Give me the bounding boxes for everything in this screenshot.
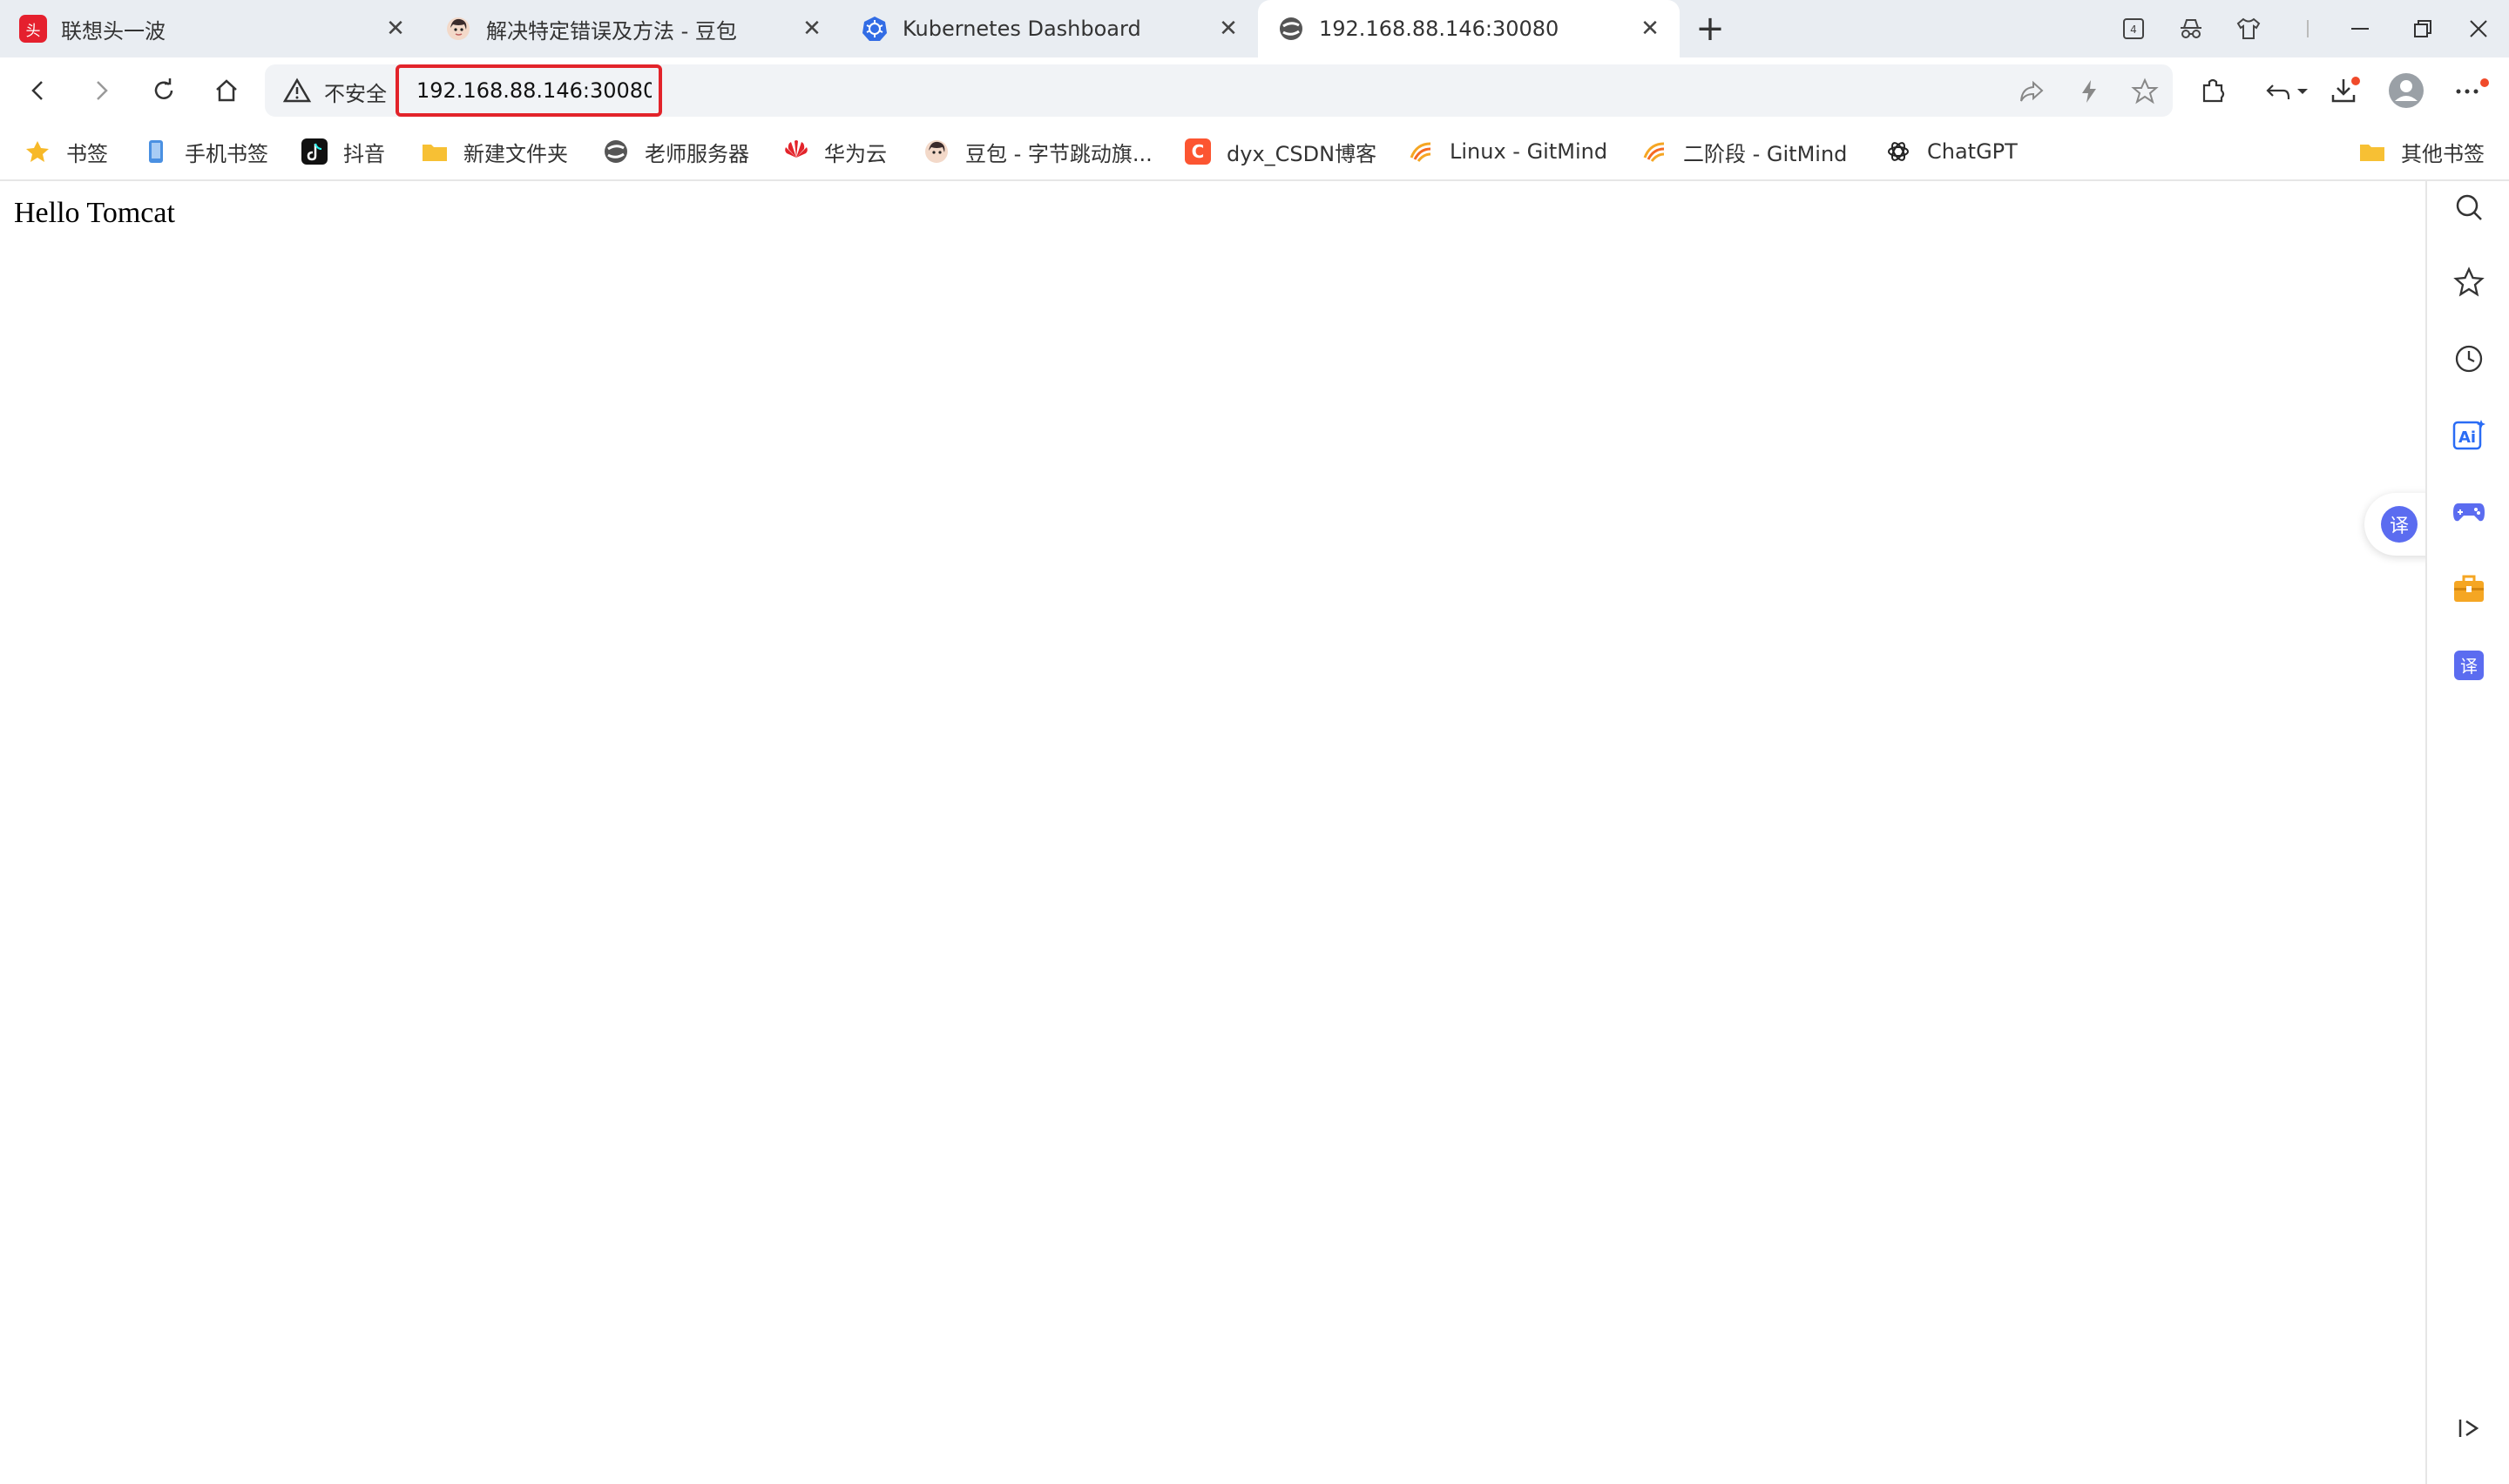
extensions-icon[interactable] bbox=[2190, 68, 2235, 113]
history-icon[interactable] bbox=[2448, 338, 2490, 380]
bookmark-label: 华为云 bbox=[824, 141, 887, 166]
kubernetes-icon bbox=[861, 15, 889, 43]
reload-icon[interactable] bbox=[141, 68, 186, 113]
new-tab-button[interactable]: + bbox=[1690, 9, 1730, 49]
bookmarks-bar: 书签 手机书签 抖音 新建文件夹 老师服务器 华为云 豆包 - 字节跳动旗...… bbox=[0, 124, 2509, 181]
floating-translate-button[interactable]: 译 bbox=[2364, 493, 2434, 556]
bookmark-star-icon[interactable] bbox=[2129, 76, 2161, 107]
tab-title: 解决特定错误及方法 - 豆包 bbox=[486, 18, 737, 44]
huawei-icon bbox=[782, 138, 808, 165]
chatgpt-icon bbox=[1885, 138, 1911, 165]
bookmark-item[interactable]: C dyx_CSDN博客 bbox=[1185, 136, 1376, 167]
doubao-icon bbox=[444, 15, 472, 43]
home-icon[interactable] bbox=[204, 68, 249, 113]
bookmark-label: 书签 bbox=[66, 141, 108, 166]
bookmark-item[interactable]: 老师服务器 bbox=[603, 136, 749, 167]
shirt-skin-icon[interactable] bbox=[2230, 10, 2267, 47]
more-menu-icon[interactable] bbox=[2448, 68, 2493, 113]
share-icon[interactable] bbox=[2016, 76, 2047, 107]
bookmark-label: 二阶段 - GitMind bbox=[1683, 141, 1848, 166]
toolbox-icon[interactable] bbox=[2448, 568, 2490, 610]
close-tab-icon[interactable]: ✕ bbox=[1636, 15, 1664, 43]
favorites-icon[interactable] bbox=[2448, 261, 2490, 303]
doubao-icon bbox=[923, 138, 950, 165]
security-label[interactable]: 不安全 bbox=[324, 77, 387, 107]
translate-icon[interactable]: 译 bbox=[2448, 644, 2490, 686]
close-tab-icon[interactable]: ✕ bbox=[1214, 15, 1242, 43]
page-content: Hello Tomcat bbox=[0, 181, 2425, 1484]
incognito-icon[interactable] bbox=[2173, 10, 2209, 47]
back-icon[interactable] bbox=[16, 68, 61, 113]
download-icon[interactable] bbox=[2323, 68, 2368, 113]
tab-count-icon[interactable]: 4 bbox=[2115, 10, 2152, 47]
tab-lenovo[interactable]: 头 联想头一波 ✕ bbox=[0, 0, 425, 57]
game-controller-icon[interactable] bbox=[2448, 491, 2490, 533]
bookmark-label: 老师服务器 bbox=[645, 141, 749, 166]
douyin-icon bbox=[301, 138, 328, 165]
folder-icon bbox=[422, 138, 448, 165]
lenovo-icon: 头 bbox=[19, 15, 47, 43]
profile-avatar-icon[interactable] bbox=[2384, 68, 2429, 113]
globe-icon bbox=[603, 138, 629, 165]
bookmark-item[interactable]: ChatGPT bbox=[1885, 136, 2018, 167]
warning-icon[interactable] bbox=[282, 76, 312, 105]
separator-icon bbox=[2289, 10, 2326, 47]
undo-close-icon[interactable] bbox=[2256, 68, 2317, 113]
bookmark-item[interactable]: 新建文件夹 bbox=[422, 136, 568, 167]
star-icon bbox=[24, 138, 51, 165]
bookmark-label: dyx_CSDN博客 bbox=[1227, 141, 1377, 166]
bookmark-item[interactable]: 豆包 - 字节跳动旗... bbox=[923, 136, 1153, 167]
globe-icon bbox=[1277, 15, 1305, 43]
tab-active[interactable]: 192.168.88.146:30080 ✕ bbox=[1258, 0, 1680, 57]
tab-title: 192.168.88.146:30080 bbox=[1319, 17, 1559, 41]
csdn-icon: C bbox=[1185, 138, 1211, 165]
close-tab-icon[interactable]: ✕ bbox=[382, 15, 409, 43]
close-tab-icon[interactable]: ✕ bbox=[798, 15, 826, 43]
side-panel: Ai 译 bbox=[2425, 181, 2509, 1484]
gitmind-icon bbox=[1408, 138, 1434, 165]
tab-kubernetes[interactable]: Kubernetes Dashboard ✕ bbox=[842, 0, 1258, 57]
collapse-panel-icon[interactable] bbox=[2448, 1407, 2490, 1449]
bookmark-item[interactable]: 抖音 bbox=[301, 136, 385, 167]
bookmark-label: ChatGPT bbox=[1927, 139, 2018, 164]
page-heading: Hello Tomcat bbox=[14, 197, 175, 229]
search-icon[interactable] bbox=[2448, 186, 2490, 228]
ai-assistant-icon[interactable]: Ai bbox=[2448, 415, 2490, 456]
tab-doubao[interactable]: 解决特定错误及方法 - 豆包 ✕ bbox=[425, 0, 842, 57]
bookmark-label: 其他书签 bbox=[2401, 141, 2485, 166]
url-input[interactable] bbox=[416, 78, 652, 103]
bookmark-item[interactable]: 华为云 bbox=[782, 136, 887, 167]
lightning-icon[interactable] bbox=[2073, 76, 2105, 107]
bookmark-label: 抖音 bbox=[343, 141, 385, 166]
folder-icon bbox=[2359, 138, 2385, 165]
tab-title: 联想头一波 bbox=[61, 18, 166, 44]
tab-strip: 头 联想头一波 ✕ 解决特定错误及方法 - 豆包 ✕ Kubernetes Da… bbox=[0, 0, 2509, 57]
minimize-icon[interactable] bbox=[2342, 10, 2378, 47]
navigation-toolbar: 不安全 bbox=[0, 57, 2509, 124]
svg-text:4: 4 bbox=[2130, 24, 2137, 36]
bookmark-label: 手机书签 bbox=[185, 141, 268, 166]
translate-icon: 译 bbox=[2381, 506, 2418, 543]
svg-text:Ai: Ai bbox=[2458, 428, 2476, 447]
tab-title: Kubernetes Dashboard bbox=[903, 17, 1141, 41]
bookmark-label: Linux - GitMind bbox=[1450, 139, 1608, 164]
phone-icon bbox=[143, 138, 169, 165]
bookmark-label: 新建文件夹 bbox=[463, 141, 568, 166]
forward-icon[interactable] bbox=[78, 68, 124, 113]
gitmind-icon bbox=[1641, 138, 1667, 165]
bookmark-item[interactable]: 书签 bbox=[24, 136, 108, 167]
svg-text:译: 译 bbox=[2460, 656, 2478, 677]
url-highlight-box[interactable] bbox=[396, 64, 662, 117]
bookmark-item[interactable]: 二阶段 - GitMind bbox=[1641, 136, 1847, 167]
address-bar[interactable]: 不安全 bbox=[265, 64, 2173, 117]
close-window-icon[interactable] bbox=[2460, 10, 2497, 47]
bookmark-item[interactable]: Linux - GitMind bbox=[1408, 136, 1607, 167]
bookmark-label: 豆包 - 字节跳动旗... bbox=[965, 141, 1153, 166]
restore-icon[interactable] bbox=[2404, 10, 2441, 47]
other-bookmarks[interactable]: 其他书签 bbox=[2359, 136, 2485, 167]
bookmark-item[interactable]: 手机书签 bbox=[143, 136, 268, 167]
